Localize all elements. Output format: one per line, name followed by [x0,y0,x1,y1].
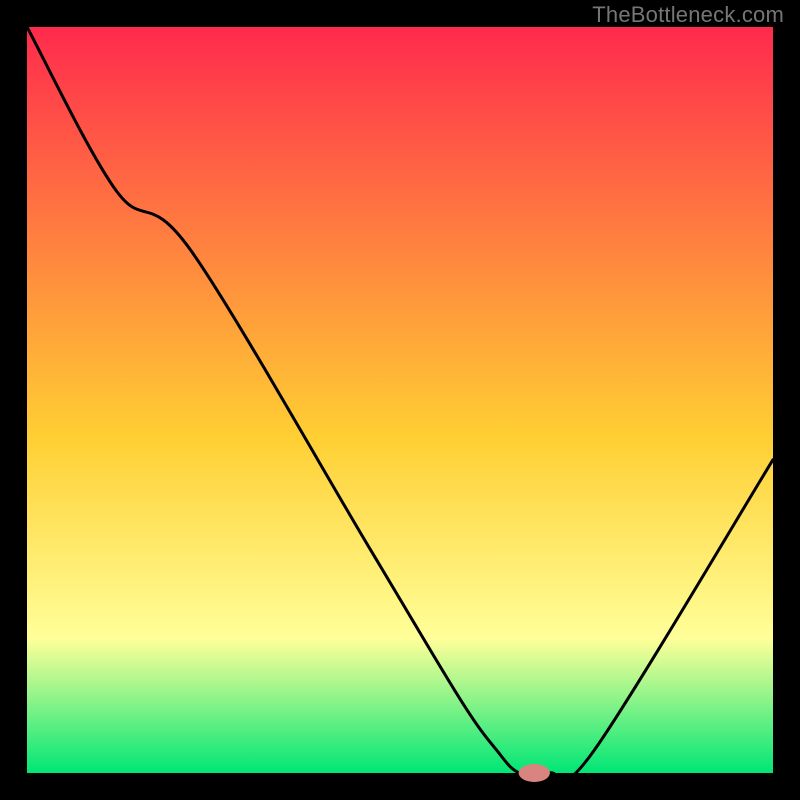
bottleneck-chart: TheBottleneck.com [0,0,800,800]
optimal-marker [519,764,550,782]
chart-svg [0,0,800,800]
plot-background [27,27,773,773]
